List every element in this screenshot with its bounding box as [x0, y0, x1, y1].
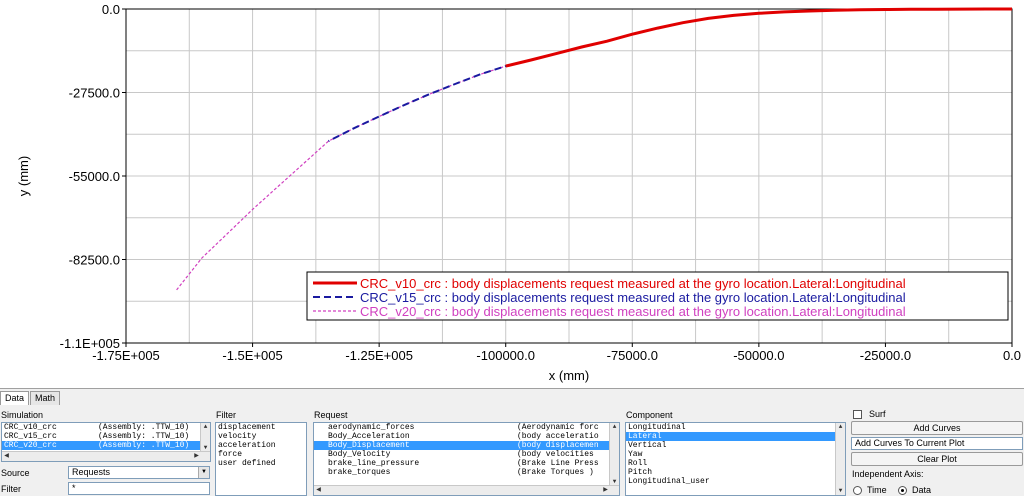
- filter-input-value: *: [72, 483, 76, 493]
- y-tick-label: 0.0: [102, 2, 120, 17]
- data-radio[interactable]: [898, 486, 907, 495]
- simulation-vscroll[interactable]: ▲ ▼: [200, 423, 210, 452]
- scroll-right-icon[interactable]: ▶: [192, 452, 201, 460]
- surf-label: Surf: [869, 409, 886, 419]
- component-item-selected[interactable]: Lateral: [626, 432, 835, 441]
- request-item[interactable]: Body_Velocity (body velocities: [314, 450, 619, 459]
- source-label: Source: [1, 468, 30, 478]
- component-item[interactable]: Roll: [626, 459, 845, 468]
- source-select[interactable]: Requests ▼: [68, 466, 210, 479]
- filter-input[interactable]: *: [68, 482, 210, 495]
- add-mode-select[interactable]: Add Curves To Current Plot: [851, 437, 1023, 450]
- simulation-item-selected[interactable]: CRC_v20_crc (Assembly: .TTW_10): [2, 441, 210, 450]
- x-tick-label: -1.25E+005: [345, 348, 413, 363]
- chart: 0.0-27500.0-55000.0-82500.0-1.1E+005 -1.…: [0, 0, 1024, 388]
- request-item[interactable]: aerodynamic_forces (Aerodynamic forc: [314, 423, 619, 432]
- simulation-item[interactable]: CRC_v15_crc (Assembly: .TTW_10): [2, 432, 210, 441]
- plot-area: 0.0 -27500.0 -55000.0 -82500.0 -1.1E+005 -1.…: [0, 0, 1024, 388]
- x-tick-label: -1.75E+005: [92, 348, 160, 363]
- x-tick-label: -100000.0: [476, 348, 535, 363]
- scroll-up-icon[interactable]: ▲: [836, 423, 845, 431]
- scroll-up-icon[interactable]: ▲: [201, 423, 210, 431]
- clear-plot-button[interactable]: Clear Plot: [851, 452, 1023, 466]
- x-tick-label: 0.0: [1003, 348, 1021, 363]
- filter-item[interactable]: displacement: [216, 423, 306, 432]
- x-tick-label: -1.5E+005: [222, 348, 282, 363]
- simulation-hscroll[interactable]: ◀ ▶: [2, 451, 210, 461]
- chevron-down-icon[interactable]: ▼: [198, 467, 209, 478]
- component-vscroll[interactable]: ▲ ▼: [835, 423, 845, 495]
- filter-list[interactable]: displacement velocity acceleration force…: [215, 422, 307, 496]
- add-curves-button[interactable]: Add Curves: [851, 421, 1023, 435]
- filter-item[interactable]: acceleration: [216, 441, 306, 450]
- component-item[interactable]: Pitch: [626, 468, 845, 477]
- scroll-up-icon[interactable]: ▲: [610, 423, 619, 431]
- scroll-right-icon[interactable]: ▶: [601, 486, 610, 494]
- x-axis-label: x (mm): [549, 368, 589, 383]
- component-item[interactable]: Longitudinal: [626, 423, 845, 432]
- request-hscroll[interactable]: ◀ ▶: [314, 485, 619, 495]
- source-value: Requests: [72, 467, 111, 477]
- independent-axis-label: Independent Axis:: [852, 469, 924, 479]
- y-axis-label: y (mm): [16, 156, 31, 196]
- time-label: Time: [867, 485, 887, 495]
- component-item[interactable]: Longitudinal_user: [626, 477, 845, 486]
- x-tick-label: -50000.0: [733, 348, 784, 363]
- x-tick-label: -25000.0: [860, 348, 911, 363]
- simulation-item[interactable]: CRC_v10_crc (Assembly: .TTW_10): [2, 423, 210, 432]
- component-item[interactable]: Vertical: [626, 441, 845, 450]
- scroll-left-icon[interactable]: ◀: [2, 452, 11, 460]
- filter-field-label: Filter: [1, 484, 21, 494]
- request-vscroll[interactable]: ▲ ▼: [609, 423, 619, 486]
- surf-checkbox[interactable]: [853, 410, 862, 419]
- legend: CRC_v10_crc : body displacements request…: [306, 271, 1009, 321]
- tab-data[interactable]: Data: [0, 391, 30, 405]
- data-radio-label: Data: [912, 485, 932, 495]
- x-tick-label: -75000.0: [607, 348, 658, 363]
- time-radio[interactable]: [853, 486, 862, 495]
- request-label: Request: [314, 410, 348, 420]
- legend-entry: CRC_v15_crc : body displacements request…: [360, 290, 906, 305]
- simulation-list[interactable]: CRC_v10_crc (Assembly: .TTW_10) CRC_v15_c…: [1, 422, 211, 462]
- legend-entry: CRC_v10_crc : body displacements request…: [360, 276, 906, 291]
- legend-entry: CRC_v20_crc : body displacements request…: [360, 304, 906, 319]
- y-tick-label: -27500.0: [69, 86, 120, 101]
- chart-background: [0, 0, 1024, 388]
- request-item[interactable]: Body_Acceleration (body acceleratio: [314, 432, 619, 441]
- request-item[interactable]: brake_line_pressure (Brake Line Press: [314, 459, 619, 468]
- y-tick-label: -82500.0: [69, 253, 120, 268]
- plot-builder-panel: Data Math Simulation CRC_v10_crc (Assembl…: [0, 388, 1024, 496]
- component-list[interactable]: Longitudinal Lateral Vertical Yaw Roll P…: [625, 422, 846, 496]
- y-tick-label: -55000.0: [69, 169, 120, 184]
- filter-item[interactable]: force: [216, 450, 306, 459]
- filter-item[interactable]: user defined: [216, 459, 306, 468]
- component-label: Component: [626, 410, 673, 420]
- scroll-down-icon[interactable]: ▼: [836, 487, 845, 495]
- component-item[interactable]: Yaw: [626, 450, 845, 459]
- request-list[interactable]: aerodynamic_forces (Aerodynamic forc Body…: [313, 422, 620, 496]
- add-mode-value: Add Curves To Current Plot: [855, 438, 965, 448]
- scroll-left-icon[interactable]: ◀: [314, 486, 323, 494]
- simulation-label: Simulation: [1, 410, 44, 420]
- request-item[interactable]: brake_torques (Brake Torques ): [314, 468, 619, 477]
- filter-item[interactable]: velocity: [216, 432, 306, 441]
- filter-label: Filter: [216, 410, 236, 420]
- tab-bar: Data Math: [0, 391, 61, 405]
- tab-math[interactable]: Math: [30, 391, 61, 405]
- request-item-selected[interactable]: Body_Displacement (body displacemen: [314, 441, 619, 450]
